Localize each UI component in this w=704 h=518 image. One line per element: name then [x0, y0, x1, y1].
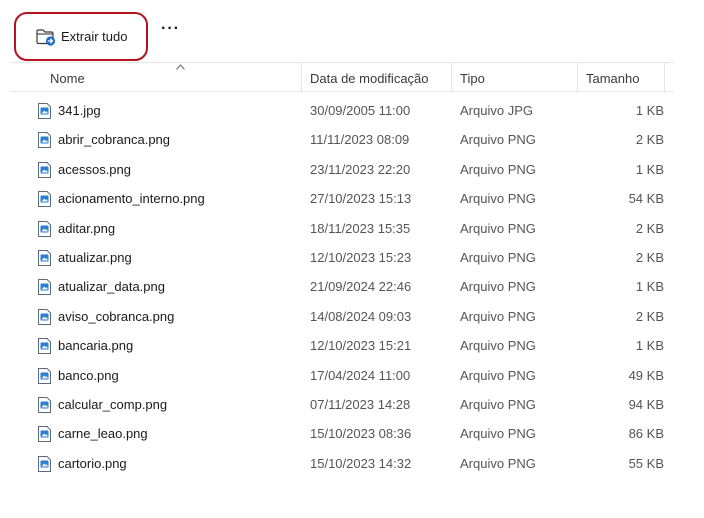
- file-date-modified: 15/10/2023 08:36: [310, 426, 412, 442]
- file-date-modified: 27/10/2023 15:13: [310, 191, 412, 207]
- file-name: acionamento_interno.png: [58, 191, 205, 207]
- file-row[interactable]: calcular_comp.png 07/11/2023 14:28 Arquivo…: [10, 391, 674, 420]
- file-size: 86 KB: [628, 426, 664, 442]
- file-date-modified: 11/11/2023 08:09: [310, 132, 410, 148]
- file-name: 341.jpg: [58, 103, 101, 118]
- file-size: 94 KB: [628, 397, 664, 412]
- file-name: atualizar.png: [58, 250, 132, 265]
- image-file-icon: [38, 279, 51, 296]
- column-header-size[interactable]: Tamanho: [586, 71, 639, 86]
- file-size: 49 KB: [628, 367, 664, 383]
- file-row[interactable]: atualizar_data.png 21/09/2024 22:46 Arquiv…: [10, 273, 674, 302]
- file-row[interactable]: acessos.png 23/11/2023 22:20 Arquivo PNG 1 …: [10, 156, 674, 185]
- file-date-modified: 12/10/2023 15:21: [310, 338, 412, 354]
- file-type: Arquivo PNG: [460, 455, 536, 471]
- file-type: Arquivo PNG: [460, 191, 536, 207]
- image-file-icon: [38, 426, 51, 443]
- file-row[interactable]: acionamento_interno.png 27/10/2023 15:13 A…: [10, 185, 674, 214]
- file-size: 2 KB: [635, 308, 664, 324]
- file-type: Arquivo PNG: [460, 426, 536, 442]
- more-options-button[interactable]: ···: [161, 21, 183, 42]
- image-file-icon: [38, 397, 51, 413]
- file-date-modified: 07/11/2023 14:28: [310, 397, 411, 412]
- file-date-modified: 23/11/2023 22:20: [310, 161, 411, 177]
- file-name: acessos.png: [58, 161, 131, 177]
- column-divider[interactable]: [664, 63, 665, 93]
- file-row[interactable]: banco.png 17/04/2024 11:00 Arquivo PNG 49 K…: [10, 362, 674, 391]
- image-file-icon: [38, 161, 51, 178]
- file-type: Arquivo PNG: [460, 250, 536, 265]
- image-file-icon: [38, 455, 51, 472]
- column-divider[interactable]: [451, 63, 452, 93]
- file-row[interactable]: bancaria.png 12/10/2023 15:21 Arquivo PNG 1…: [10, 332, 674, 361]
- file-row[interactable]: aditar.png 18/11/2023 15:35 Arquivo PNG 2 K…: [10, 215, 674, 244]
- file-date-modified: 30/09/2005 11:00: [310, 103, 411, 118]
- file-date-modified: 21/09/2024 22:46: [310, 279, 412, 295]
- file-row[interactable]: 341.jpg 30/09/2005 11:00 Arquivo JPG 1 KB: [10, 97, 674, 126]
- file-name: atualizar_data.png: [58, 279, 165, 295]
- file-name: carne_leao.png: [58, 426, 148, 442]
- image-file-icon: [38, 367, 51, 384]
- image-file-icon: [38, 103, 51, 119]
- column-header-row: Nome Data de modificação Tipo Tamanho: [10, 62, 674, 93]
- file-size: 2 KB: [635, 250, 664, 265]
- file-size: 2 KB: [635, 220, 664, 236]
- extract-all-button[interactable]: Extrair tudo: [14, 12, 148, 61]
- file-name: aditar.png: [58, 220, 116, 236]
- file-row[interactable]: aviso_cobranca.png 14/08/2024 09:03 Arquiv…: [10, 303, 674, 332]
- file-type: Arquivo PNG: [460, 397, 536, 412]
- file-name: bancaria.png: [58, 338, 134, 354]
- folder-extract-icon: [36, 29, 56, 46]
- file-type: Arquivo JPG: [460, 103, 533, 118]
- image-file-icon: [38, 220, 51, 237]
- file-date-modified: 12/10/2023 15:23: [310, 250, 412, 265]
- file-name: banco.png: [58, 367, 119, 383]
- column-header-type[interactable]: Tipo: [460, 71, 485, 86]
- image-file-icon: [38, 338, 51, 355]
- file-type: Arquivo PNG: [460, 279, 536, 295]
- file-date-modified: 15/10/2023 14:32: [310, 455, 412, 471]
- image-file-icon: [38, 250, 51, 266]
- file-date-modified: 17/04/2024 11:00: [310, 367, 411, 383]
- file-type: Arquivo PNG: [460, 367, 536, 383]
- image-file-icon: [38, 132, 51, 149]
- file-row[interactable]: atualizar.png 12/10/2023 15:23 Arquivo PNG…: [10, 244, 674, 273]
- file-date-modified: 18/11/2023 15:35: [310, 220, 411, 236]
- file-type: Arquivo PNG: [460, 338, 536, 354]
- extract-all-label: Extrair tudo: [61, 29, 128, 44]
- file-size: 1 KB: [635, 103, 664, 118]
- file-size: 55 KB: [628, 455, 664, 471]
- file-row[interactable]: abrir_cobranca.png 11/11/2023 08:09 Arquiv…: [10, 126, 674, 155]
- image-file-icon: [38, 308, 51, 325]
- file-type: Arquivo PNG: [460, 220, 536, 236]
- file-row[interactable]: cartorio.png 15/10/2023 14:32 Arquivo PNG 5…: [10, 450, 674, 479]
- file-name: calcular_comp.png: [58, 397, 168, 412]
- column-divider[interactable]: [577, 63, 578, 93]
- file-date-modified: 14/08/2024 09:03: [310, 308, 412, 324]
- file-size: 1 KB: [635, 338, 664, 354]
- file-name: cartorio.png: [58, 455, 127, 471]
- column-header-date[interactable]: Data de modificação: [310, 71, 429, 86]
- file-size: 54 KB: [628, 191, 664, 207]
- file-type: Arquivo PNG: [460, 308, 536, 324]
- column-divider[interactable]: [301, 63, 302, 93]
- file-size: 1 KB: [635, 279, 664, 295]
- sort-ascending-icon: [176, 64, 185, 72]
- file-row[interactable]: carne_leao.png 15/10/2023 08:36 Arquivo PN…: [10, 420, 674, 449]
- column-header-name[interactable]: Nome: [50, 71, 85, 86]
- file-type: Arquivo PNG: [460, 161, 536, 177]
- command-bar: Extrair tudo ···: [0, 0, 704, 62]
- file-size: 2 KB: [635, 132, 664, 148]
- file-type: Arquivo PNG: [460, 132, 536, 148]
- file-name: aviso_cobranca.png: [58, 308, 175, 324]
- file-size: 1 KB: [635, 161, 664, 177]
- file-name: abrir_cobranca.png: [58, 132, 171, 148]
- image-file-icon: [38, 191, 51, 208]
